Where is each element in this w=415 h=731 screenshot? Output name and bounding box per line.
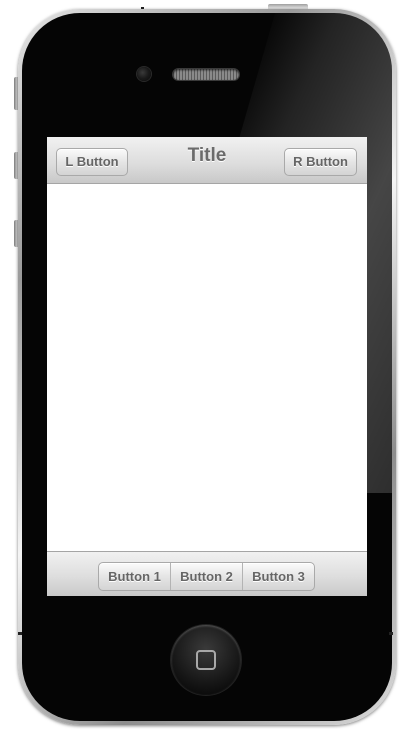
home-square-icon	[196, 650, 216, 670]
segmented-control: Button 1 Button 2 Button 3	[98, 562, 315, 591]
navigation-bar: L Button Title R Button	[47, 137, 367, 184]
earpiece-speaker-icon	[173, 69, 239, 80]
phone-screen: L Button Title R Button Button 1 Button …	[47, 137, 367, 596]
antenna-notch-right	[389, 632, 393, 635]
content-area	[47, 184, 367, 551]
right-nav-button[interactable]: R Button	[284, 148, 357, 176]
segment-button-2[interactable]: Button 2	[170, 563, 242, 590]
front-camera-icon	[137, 67, 151, 81]
segment-button-1[interactable]: Button 1	[99, 563, 170, 590]
home-button[interactable]	[171, 625, 241, 695]
segment-button-3[interactable]: Button 3	[242, 563, 314, 590]
bottom-toolbar: Button 1 Button 2 Button 3	[47, 551, 367, 596]
device-mockup: L Button Title R Button Button 1 Button …	[0, 0, 415, 731]
antenna-notch-left	[18, 632, 22, 635]
